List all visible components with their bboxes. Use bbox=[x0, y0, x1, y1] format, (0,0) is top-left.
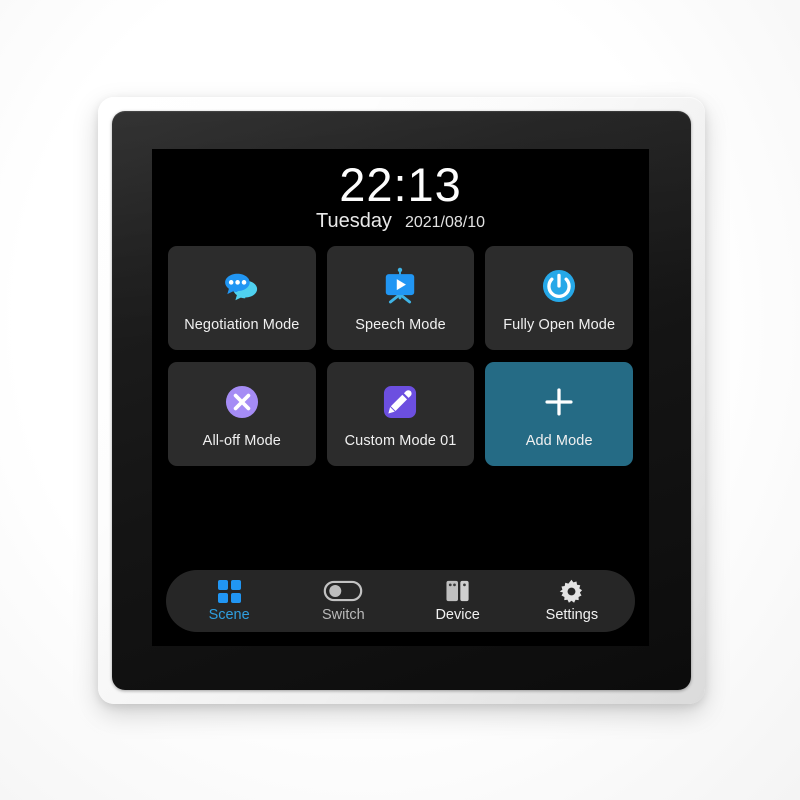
scene-tile-add-mode[interactable]: Add Mode bbox=[485, 361, 633, 466]
clock-weekday: Tuesday bbox=[315, 209, 392, 232]
bottom-nav-wrapper: Scene Switch Device Settings bbox=[152, 570, 649, 646]
pencil-icon bbox=[377, 379, 423, 425]
clock-time: 22:13 bbox=[339, 158, 462, 211]
screenshot-canvas: 22:13 Tuesday 2021/08/10 Negotiation Mod… bbox=[0, 0, 800, 800]
clock-date: 2021/08/10 bbox=[404, 213, 486, 231]
nav-item-label: Settings bbox=[545, 607, 599, 623]
nav-item-scene[interactable]: Scene bbox=[177, 579, 281, 623]
bottom-nav-bar: Scene Switch Device Settings bbox=[166, 570, 635, 632]
nav-item-label: Switch bbox=[322, 607, 365, 623]
close-circle-icon bbox=[219, 379, 265, 425]
scene-tile-fully-open-mode[interactable]: Fully Open Mode bbox=[485, 245, 633, 350]
wall-panel-frame: 22:13 Tuesday 2021/08/10 Negotiation Mod… bbox=[98, 97, 705, 704]
scene-tile-speech-mode[interactable]: Speech Mode bbox=[326, 245, 475, 350]
nav-item-switch[interactable]: Switch bbox=[291, 579, 395, 623]
screen-bezel: 22:13 Tuesday 2021/08/10 Negotiation Mod… bbox=[112, 111, 691, 690]
plus-icon bbox=[536, 379, 582, 425]
scene-tile-grid: Negotiation Mode Speech Mode Fully Open … bbox=[168, 245, 633, 466]
scene-tile-label: Negotiation Mode bbox=[184, 316, 300, 333]
scene-tile-label: Fully Open Mode bbox=[503, 316, 616, 333]
presentation-board-icon bbox=[377, 263, 423, 309]
nav-item-device[interactable]: Device bbox=[406, 579, 510, 623]
nav-item-label: Scene bbox=[208, 607, 250, 623]
clock-date-row: Tuesday 2021/08/10 bbox=[152, 210, 649, 233]
scene-tile-custom-mode-01[interactable]: Custom Mode 01 bbox=[326, 361, 475, 466]
device-icon bbox=[444, 579, 472, 603]
clock-widget: 22:13 Tuesday 2021/08/10 bbox=[152, 149, 649, 233]
grid-icon bbox=[217, 579, 241, 603]
scene-tile-all-off-mode[interactable]: All-off Mode bbox=[168, 361, 316, 466]
scene-tile-label: Speech Mode bbox=[355, 316, 446, 333]
scene-tile-label: Add Mode bbox=[525, 432, 593, 449]
scene-tile-label: All-off Mode bbox=[202, 432, 281, 449]
scene-tile-negotiation-mode[interactable]: Negotiation Mode bbox=[168, 245, 316, 350]
gear-icon bbox=[559, 579, 584, 603]
nav-item-label: Device bbox=[435, 607, 480, 623]
power-icon bbox=[536, 263, 582, 309]
chat-bubbles-icon bbox=[219, 263, 265, 309]
touch-screen[interactable]: 22:13 Tuesday 2021/08/10 Negotiation Mod… bbox=[152, 149, 649, 646]
toggle-icon bbox=[323, 579, 363, 603]
scene-tile-label: Custom Mode 01 bbox=[344, 432, 457, 449]
nav-item-settings[interactable]: Settings bbox=[520, 579, 624, 623]
